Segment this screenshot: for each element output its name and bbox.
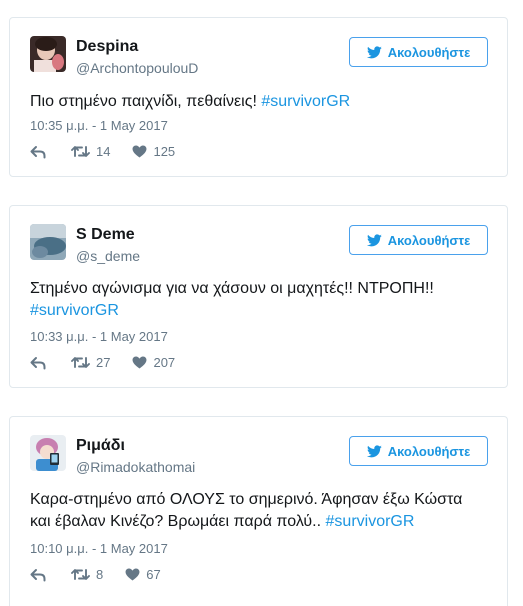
retweet-icon: [71, 146, 90, 157]
tweet-actions: 14 125: [30, 144, 175, 159]
tweet-card: Despina @ArchontopoulouD Ακολουθήστε Πιο…: [9, 17, 508, 177]
follow-button[interactable]: Ακολουθήστε: [349, 436, 488, 466]
retweet-icon: [71, 357, 90, 368]
author-handle[interactable]: @s_deme: [76, 248, 140, 264]
twitter-bird-icon: [366, 444, 382, 457]
retweet-button[interactable]: 8: [71, 567, 103, 582]
follow-label: Ακολουθήστε: [387, 232, 471, 248]
reply-icon: [30, 568, 46, 581]
hashtag-link[interactable]: #survivorGR: [30, 302, 119, 319]
author-name[interactable]: S Deme: [76, 226, 135, 244]
reply-icon: [30, 356, 46, 369]
tweet-actions: 27 207: [30, 355, 175, 370]
author-handle[interactable]: @ArchontopoulouD: [76, 60, 198, 76]
tweet-text: Στημένο αγώνισμα για να χάσουν οι μαχητέ…: [30, 278, 487, 322]
tweet-body: Στημένο αγώνισμα για να χάσουν οι μαχητέ…: [30, 280, 434, 297]
reply-icon: [30, 145, 46, 158]
timestamp[interactable]: 10:10 μ.μ. - 1 May 2017: [30, 541, 168, 556]
tweet-body: Πιο στημένο παιχνίδι, πεθαίνεις!: [30, 93, 262, 110]
like-button[interactable]: 67: [125, 567, 161, 582]
hashtag-link[interactable]: #survivorGR: [261, 93, 350, 110]
retweet-count: 27: [96, 355, 111, 370]
retweet-button[interactable]: 14: [71, 144, 110, 159]
like-button[interactable]: 125: [132, 144, 175, 159]
tweet-actions: 8 67: [30, 567, 161, 582]
like-count: 125: [153, 144, 176, 159]
like-count: 67: [146, 567, 161, 582]
author-handle[interactable]: @Rimadokathomai: [76, 459, 195, 475]
hashtag-link[interactable]: #survivorGR: [326, 513, 415, 530]
follow-button[interactable]: Ακολουθήστε: [349, 225, 488, 255]
avatar[interactable]: [30, 435, 66, 471]
follow-label: Ακολουθήστε: [387, 44, 471, 60]
tweet-text: Πιο στημένο παιχνίδι, πεθαίνεις! #surviv…: [30, 91, 487, 113]
follow-button[interactable]: Ακολουθήστε: [349, 37, 488, 67]
retweet-button[interactable]: 27: [71, 355, 110, 370]
heart-icon: [125, 568, 140, 581]
twitter-bird-icon: [366, 233, 382, 246]
follow-label: Ακολουθήστε: [387, 443, 471, 459]
author-name[interactable]: Despina: [76, 38, 138, 56]
heart-icon: [133, 145, 147, 158]
avatar[interactable]: [30, 224, 66, 260]
like-count: 207: [153, 355, 176, 370]
retweet-count: 8: [96, 567, 104, 582]
timestamp[interactable]: 10:35 μ.μ. - 1 May 2017: [30, 118, 168, 133]
tweet-text: Καρα-στημένο από ΟΛΟΥΣ το σημερινό. Άφησ…: [30, 489, 487, 533]
avatar[interactable]: [30, 36, 66, 72]
retweet-icon: [71, 569, 90, 580]
reply-button[interactable]: [30, 568, 46, 582]
tweet-card: S Deme @s_deme Ακολουθήστε Στημένο αγώνι…: [9, 205, 508, 388]
author-name[interactable]: Ριμάδι: [76, 437, 125, 455]
reply-button[interactable]: [30, 356, 46, 370]
like-button[interactable]: 207: [132, 355, 175, 370]
reply-button[interactable]: [30, 145, 46, 159]
timestamp[interactable]: 10:33 μ.μ. - 1 May 2017: [30, 329, 168, 344]
heart-icon: [133, 356, 147, 369]
twitter-bird-icon: [366, 45, 382, 58]
retweet-count: 14: [96, 144, 111, 159]
tweet-card: Ριμάδι @Rimadokathomai Ακολουθήστε Καρα-…: [9, 416, 508, 606]
